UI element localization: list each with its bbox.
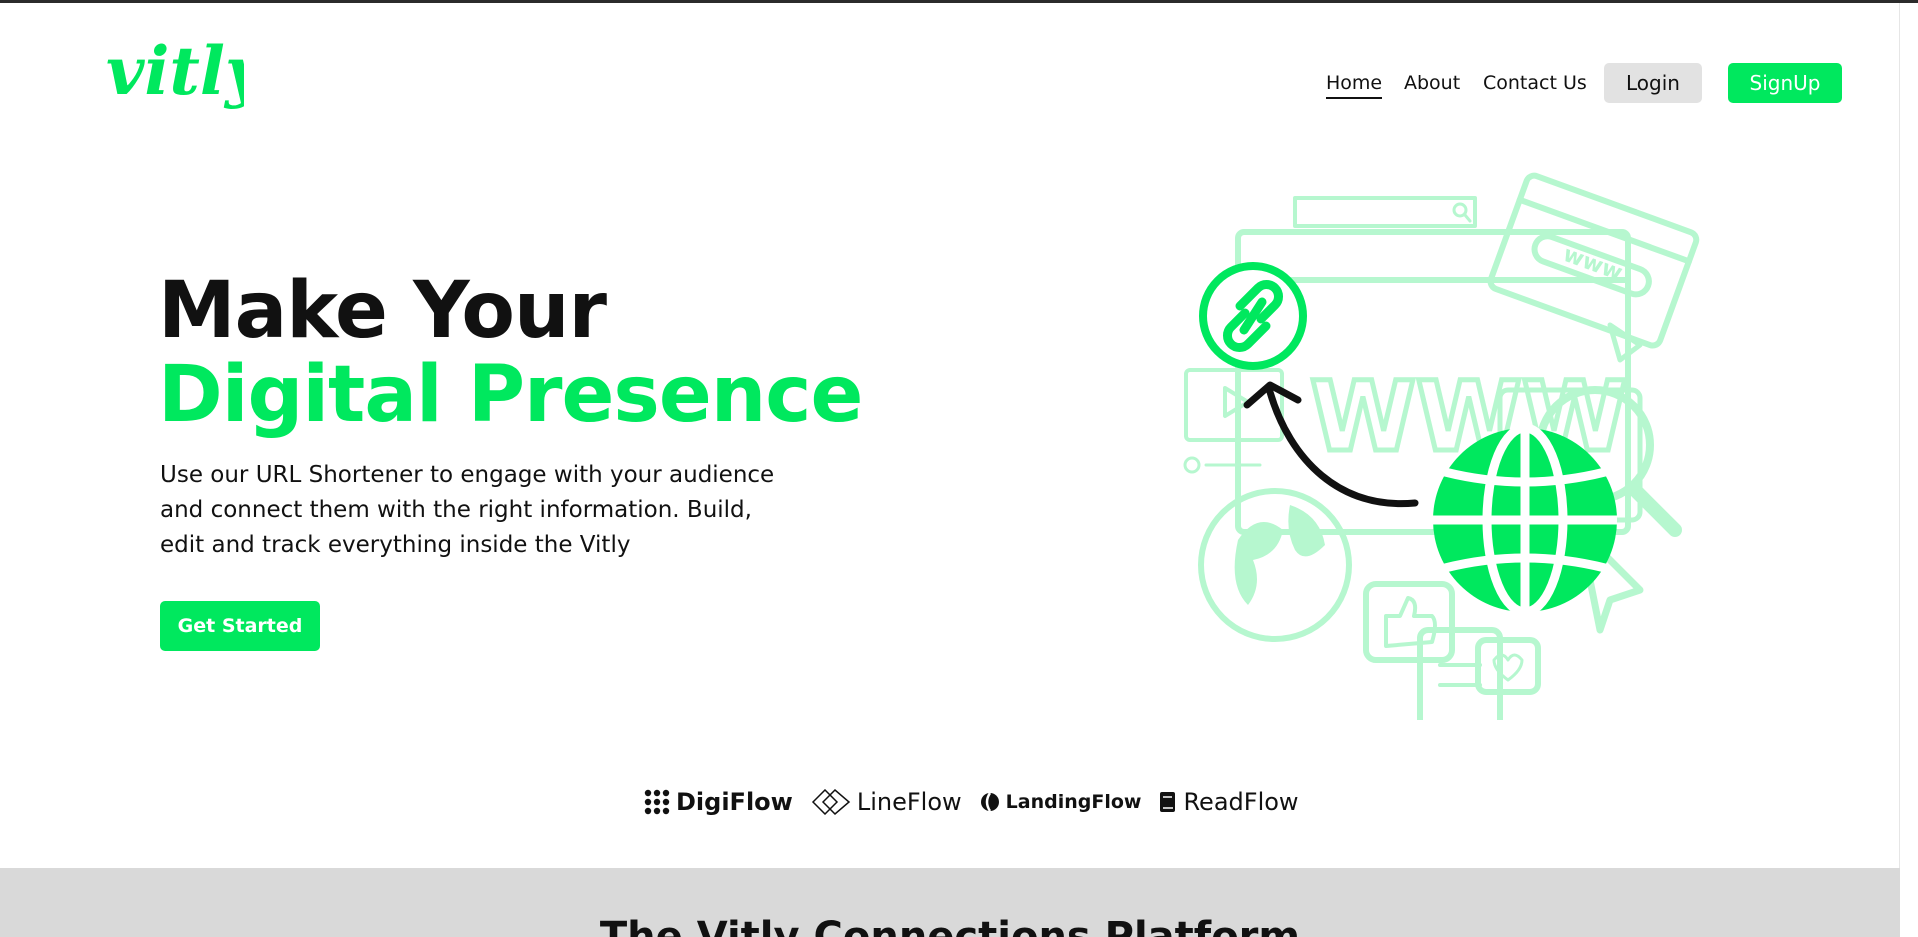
dots-grid-icon — [644, 789, 670, 815]
partner-logos: DigiFlow LineFlow LandingFlow ReadFlow — [644, 782, 1299, 822]
link-chain-icon — [1199, 262, 1307, 370]
hero-description: Use our URL Shortener to engage with you… — [160, 462, 775, 558]
globe-icon — [1433, 423, 1617, 617]
partner-readflow-name: ReadFlow — [1183, 788, 1299, 816]
swirl-icon — [980, 792, 999, 812]
hero-illustration: WWW www. — [1183, 172, 1700, 720]
nav-contact-link[interactable]: Contact Us — [1483, 70, 1587, 96]
hero-title-line1: Make Your — [158, 266, 607, 356]
partner-digiflow: DigiFlow — [644, 788, 793, 816]
signup-button[interactable]: SignUp — [1728, 63, 1842, 103]
partner-lineflow: LineFlow — [811, 788, 962, 816]
login-button[interactable]: Login — [1604, 63, 1702, 103]
diamond-outline-icon — [811, 789, 850, 815]
logo-text: vitly — [106, 32, 244, 110]
partner-lineflow-name: LineFlow — [856, 788, 962, 816]
partner-landingflow-name: LandingFlow — [1005, 791, 1142, 813]
partner-digiflow-name: DigiFlow — [676, 788, 793, 816]
platform-section: The Vitly Connections Platform — [0, 868, 1900, 937]
get-started-button[interactable]: Get Started — [160, 601, 320, 651]
book-icon — [1160, 792, 1176, 812]
section-title: The Vitly Connections Platform — [599, 914, 1301, 937]
window-top-border — [0, 0, 1918, 3]
scrollbar-track[interactable] — [1899, 3, 1918, 937]
partner-readflow: ReadFlow — [1159, 788, 1299, 816]
vitly-logo[interactable]: vitly — [104, 22, 244, 118]
nav-home-link[interactable]: Home — [1326, 70, 1383, 99]
hero-title-line2: Digital Presence — [158, 350, 863, 440]
partner-landingflow: LandingFlow — [980, 791, 1142, 813]
nav-about-link[interactable]: About — [1404, 70, 1460, 96]
